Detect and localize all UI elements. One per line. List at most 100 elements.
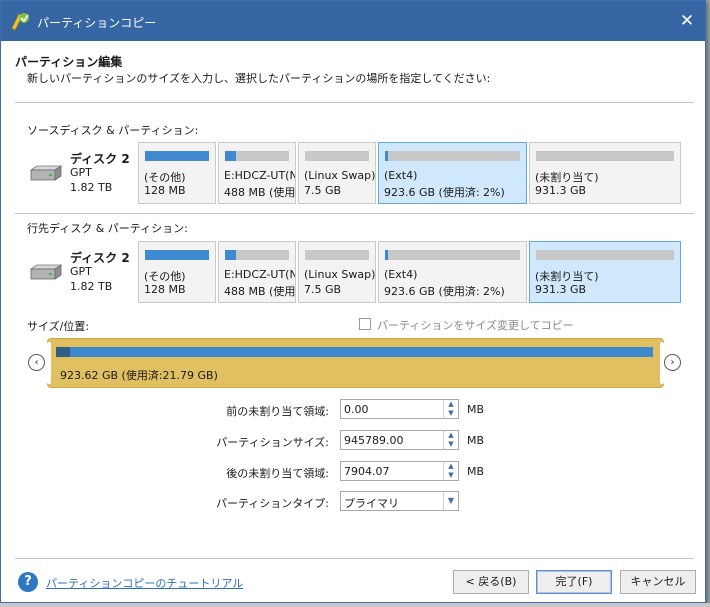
partition-size: 7.5 GB [304,283,342,296]
partition-label: (未割り当て) [535,171,599,184]
header-divider [15,102,694,103]
after-unallocated-value[interactable]: 7904.07 [344,465,390,478]
page-title: パーティション編集 [15,55,123,69]
partition-type-label: パーティションタイプ: [215,497,329,510]
spin-up-icon[interactable]: ▲ [444,462,458,471]
footer-divider [15,558,694,559]
cancel-button[interactable]: キャンセル [620,570,696,594]
target-disk-info[interactable]: ディスク 2 GPT 1.82 TB [27,239,137,307]
target-partition[interactable]: (Ext4) 923.6 GB (使用済: 2%) [378,241,527,303]
partition-usage-bar [385,151,520,161]
slider-right-arrow-button[interactable]: › [664,354,681,371]
disk-size: 1.82 TB [70,181,113,194]
help-icon[interactable]: ? [18,572,38,592]
partition-usage-fill [385,250,388,260]
partition-size: 923.6 GB (使用済: 2%) [384,186,505,199]
partition-label: (Linux Swap) [304,169,376,182]
partition-copy-dialog: パーティションコピー ✕ パーティション編集 新しいパーティションのサイズを入力… [0,0,706,603]
source-disk-label: ソースディスク & パーティション: [27,124,199,137]
slider-used-fill [56,347,71,357]
partition-size: 923.6 GB (使用済: 2%) [384,285,505,298]
partition-position-slider[interactable]: 923.62 GB (使用済:21.79 GB) [47,338,664,388]
target-partition[interactable]: E:HDCZ-UT(N 488 MB (使用 [218,241,296,303]
slider-size-text: 923.62 GB (使用済:21.79 GB) [60,369,218,382]
partition-type-value[interactable]: プライマリ [344,495,399,511]
title-bar: パーティションコピー ✕ [1,1,705,41]
spin-up-icon[interactable]: ▲ [444,400,458,409]
section-divider [15,213,694,214]
partition-label: (その他) [144,270,186,283]
target-partition[interactable]: (Linux Swap) 7.5 GB [298,241,376,303]
resize-copy-checkbox[interactable] [359,318,371,330]
before-unallocated-unit: MB [467,403,485,416]
partition-usage-fill [225,151,236,161]
app-icon [11,13,29,31]
partition-size-input[interactable]: 945789.00 ▲ ▼ [340,430,459,450]
partition-label: (Ext4) [384,268,418,281]
partition-type-select[interactable]: プライマリ ▼ [340,491,459,511]
slider-left-handle[interactable] [47,342,51,384]
partition-usage-fill [385,151,388,161]
size-position-label: サイズ/位置: [27,320,90,333]
partition-size: 488 MB (使用 [224,285,296,298]
target-partition[interactable]: (その他) 128 MB [138,241,216,303]
partition-size-stepper[interactable]: ▲ ▼ [443,431,458,449]
window-title: パーティションコピー [37,16,157,30]
source-partition[interactable]: (未割り当て) 931.3 GB [529,142,681,204]
partition-size: 931.3 GB [535,184,587,197]
close-button[interactable]: ✕ [675,9,699,33]
chevron-down-icon[interactable]: ▼ [443,492,458,510]
after-unallocated-input[interactable]: 7904.07 ▲ ▼ [340,461,459,481]
partition-usage-bar [305,151,369,161]
before-unallocated-input[interactable]: 0.00 ▲ ▼ [340,399,459,419]
source-partition-selected[interactable]: (Ext4) 923.6 GB (使用済: 2%) [378,142,527,204]
source-partition[interactable]: (その他) 128 MB [138,142,216,204]
partition-label: (Ext4) [384,169,418,182]
after-unallocated-unit: MB [467,465,485,478]
partition-size: 128 MB [144,184,186,197]
after-unallocated-stepper[interactable]: ▲ ▼ [443,462,458,480]
partition-usage-bar [145,151,209,161]
finish-button[interactable]: 完了(F) [536,570,612,594]
disk-type: GPT [70,166,92,179]
spin-down-icon[interactable]: ▼ [444,440,458,449]
tutorial-link[interactable]: パーティションコピーのチュートリアル [46,575,243,591]
target-disk-label: 行先ディスク & パーティション: [27,222,188,235]
slider-left-arrow-button[interactable]: ‹ [28,354,45,371]
partition-label: (Linux Swap) [304,268,376,281]
page-subtitle: 新しいパーティションのサイズを入力し、選択したパーティションの場所を指定してくだ… [27,72,491,85]
partition-label: E:HDCZ-UT(N [224,169,296,182]
partition-size-value[interactable]: 945789.00 [344,434,404,447]
partition-usage-bar [536,250,674,260]
partition-size: 128 MB [144,283,186,296]
disk-name: ディスク 2 [70,251,130,265]
disk-type: GPT [70,265,92,278]
resize-copy-checkbox-label[interactable]: パーティションをサイズ変更してコピー [377,317,574,333]
before-unallocated-value[interactable]: 0.00 [344,403,369,416]
source-partition[interactable]: E:HDCZ-UT(N 488 MB (使用 [218,142,296,204]
target-partition-selected[interactable]: (未割り当て) 931.3 GB [529,241,681,303]
spin-down-icon[interactable]: ▼ [444,471,458,480]
disk-name: ディスク 2 [70,152,130,166]
spin-down-icon[interactable]: ▼ [444,409,458,418]
partition-usage-bar [225,250,289,260]
source-disk-map: ディスク 2 GPT 1.82 TB (その他) 128 MB E:HDCZ-U… [27,140,684,208]
source-disk-info[interactable]: ディスク 2 GPT 1.82 TB [27,140,137,208]
target-disk-map: ディスク 2 GPT 1.82 TB (その他) 128 MB E:HDCZ-U… [27,239,684,307]
partition-usage-fill [145,250,209,260]
partition-size: 931.3 GB [535,283,587,296]
partition-size-label: パーティションサイズ: [216,436,329,449]
partition-usage-bar [225,151,289,161]
partition-size: 488 MB (使用 [224,186,296,199]
slider-partition-bar[interactable] [56,347,653,357]
partition-label: E:HDCZ-UT(N [224,268,296,281]
background-window-strip [0,603,710,607]
partition-label: (未割り当て) [535,270,599,283]
partition-size: 7.5 GB [304,184,342,197]
before-unallocated-label: 前の未割り当て領域: [226,405,329,418]
spin-up-icon[interactable]: ▲ [444,431,458,440]
source-partition[interactable]: (Linux Swap) 7.5 GB [298,142,376,204]
partition-usage-bar [385,250,520,260]
before-unallocated-stepper[interactable]: ▲ ▼ [443,400,458,418]
back-button[interactable]: < 戻る(B) [453,570,529,594]
